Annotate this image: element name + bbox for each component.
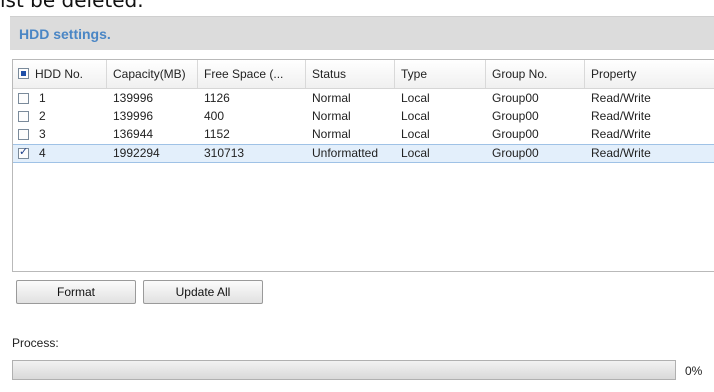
- cell-hdd-no: 4: [39, 146, 46, 160]
- progress-bar: [12, 360, 676, 380]
- cell-group: Group00: [492, 127, 539, 141]
- row-checkbox-checked[interactable]: ✓: [18, 146, 29, 159]
- process-label: Process:: [12, 336, 59, 350]
- cell-status: Normal: [312, 109, 351, 123]
- column-header-capacity[interactable]: Capacity(MB): [107, 60, 198, 88]
- cell-free-space: 310713: [204, 146, 245, 160]
- cell-property: Read/Write: [591, 127, 651, 141]
- cell-group: Group00: [492, 91, 539, 105]
- update-all-button[interactable]: Update All: [143, 280, 263, 304]
- cell-free-space: 1126: [204, 91, 230, 105]
- header-label: HDD No.: [35, 67, 84, 81]
- column-header-status[interactable]: Status: [306, 60, 395, 88]
- cell-type: Local: [401, 127, 430, 141]
- table-row-selected[interactable]: ✓ 4 1992294 310713 Unformatted Local Gro…: [13, 144, 714, 163]
- format-button[interactable]: Format: [16, 280, 136, 304]
- cell-property: Read/Write: [591, 109, 651, 123]
- cell-capacity: 139996: [113, 109, 154, 123]
- progress-percent: 0%: [685, 364, 703, 378]
- cell-capacity: 136944: [113, 127, 154, 141]
- cell-property: Read/Write: [591, 91, 651, 105]
- cell-status: Unformatted: [312, 146, 379, 160]
- table-row[interactable]: 3 136944 1152 Normal Local Group00 Read/…: [13, 126, 714, 143]
- cell-capacity: 139996: [113, 91, 154, 105]
- cell-property: Read/Write: [591, 146, 651, 160]
- row-checkbox[interactable]: [18, 111, 29, 122]
- caption-fragment: ist be deleted.: [0, 0, 144, 12]
- cell-group: Group00: [492, 146, 539, 160]
- partial-mark-icon: [21, 71, 26, 76]
- cell-free-space: 1152: [204, 127, 230, 141]
- select-all-checkbox[interactable]: [18, 68, 29, 79]
- panel-header: HDD settings.: [10, 16, 714, 50]
- cell-free-space: 400: [204, 109, 225, 123]
- column-header-group-no[interactable]: Group No.: [486, 60, 585, 88]
- panel-title: HDD settings.: [19, 26, 111, 42]
- cell-type: Local: [401, 91, 430, 105]
- hdd-table: HDD No. Capacity(MB) Free Space (... Sta…: [12, 59, 714, 272]
- row-checkbox[interactable]: [18, 129, 29, 140]
- cell-type: Local: [401, 146, 430, 160]
- cell-status: Normal: [312, 91, 351, 105]
- column-header-hdd-no[interactable]: HDD No.: [13, 60, 107, 88]
- column-header-type[interactable]: Type: [395, 60, 486, 88]
- cell-hdd-no: 2: [39, 109, 46, 123]
- checkmark-icon: ✓: [19, 146, 29, 158]
- cell-capacity: 1992294: [113, 146, 160, 160]
- table-header: HDD No. Capacity(MB) Free Space (... Sta…: [13, 60, 714, 89]
- cell-type: Local: [401, 109, 430, 123]
- column-header-free-space[interactable]: Free Space (...: [198, 60, 306, 88]
- row-checkbox[interactable]: [18, 93, 29, 104]
- cell-status: Normal: [312, 127, 351, 141]
- table-row[interactable]: 1 139996 1126 Normal Local Group00 Read/…: [13, 90, 714, 107]
- cell-hdd-no: 3: [39, 127, 46, 141]
- cell-hdd-no: 1: [39, 91, 46, 105]
- column-header-property[interactable]: Property: [585, 60, 714, 88]
- cell-group: Group00: [492, 109, 539, 123]
- table-row[interactable]: 2 139996 400 Normal Local Group00 Read/W…: [13, 108, 714, 125]
